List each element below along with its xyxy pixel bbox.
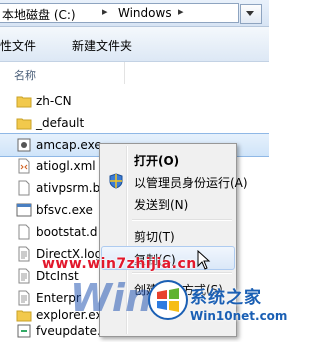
application-icon — [17, 324, 31, 338]
menu-separator — [132, 219, 232, 221]
breadcrumb[interactable]: 本地磁盘 (C:) ▸ Windows ▸ — [0, 3, 239, 23]
file-icon — [18, 224, 30, 240]
mouse-cursor-icon — [197, 250, 211, 270]
watermark-url: www.win7zhijia.cn — [42, 256, 197, 272]
chevron-right-icon[interactable]: ▸ — [178, 5, 184, 18]
command-bar: 性文件 新建文件夹 — [0, 27, 269, 62]
list-item[interactable]: _default — [0, 112, 269, 134]
watermark-brand: 系统之家 — [190, 288, 262, 308]
watermark-win-text: Win — [70, 276, 152, 320]
menu-item-run-as-admin[interactable]: 以管理员身份运行(A) — [102, 170, 248, 192]
chevron-down-icon — [246, 11, 254, 16]
new-folder-button[interactable]: 新建文件夹 — [72, 37, 132, 54]
address-bar: 本地磁盘 (C:) ▸ Windows ▸ — [0, 0, 269, 27]
column-name-header[interactable]: 名称 — [14, 67, 36, 83]
file-icon — [18, 180, 30, 196]
address-dropdown-button[interactable] — [240, 4, 262, 24]
folder-icon — [16, 96, 32, 108]
application-icon — [16, 203, 32, 217]
column-header: 名称 — [0, 62, 269, 84]
application-icon — [17, 138, 31, 152]
xml-file-icon — [18, 158, 30, 174]
breadcrumb-drive[interactable]: 本地磁盘 (C:) — [2, 6, 76, 23]
text-file-icon — [18, 246, 30, 262]
list-item[interactable]: zh-CN — [0, 90, 269, 112]
folder-icon — [16, 118, 32, 130]
menu-item-open[interactable]: 打开(O) — [102, 148, 234, 170]
menu-separator — [132, 272, 232, 274]
breadcrumb-windows[interactable]: Windows — [118, 6, 172, 20]
chevron-right-icon[interactable]: ▸ — [102, 5, 108, 18]
menu-item-cut[interactable]: 剪切(T) — [102, 224, 234, 246]
watermark-site: Win10net.com — [190, 309, 288, 323]
windows-logo-icon — [148, 280, 188, 320]
menu-item-send-to[interactable]: 发送到(N) — [102, 192, 234, 214]
shield-icon — [109, 173, 123, 189]
properties-button[interactable]: 性文件 — [0, 37, 36, 54]
column-divider[interactable] — [124, 62, 125, 84]
text-file-icon — [18, 268, 30, 284]
